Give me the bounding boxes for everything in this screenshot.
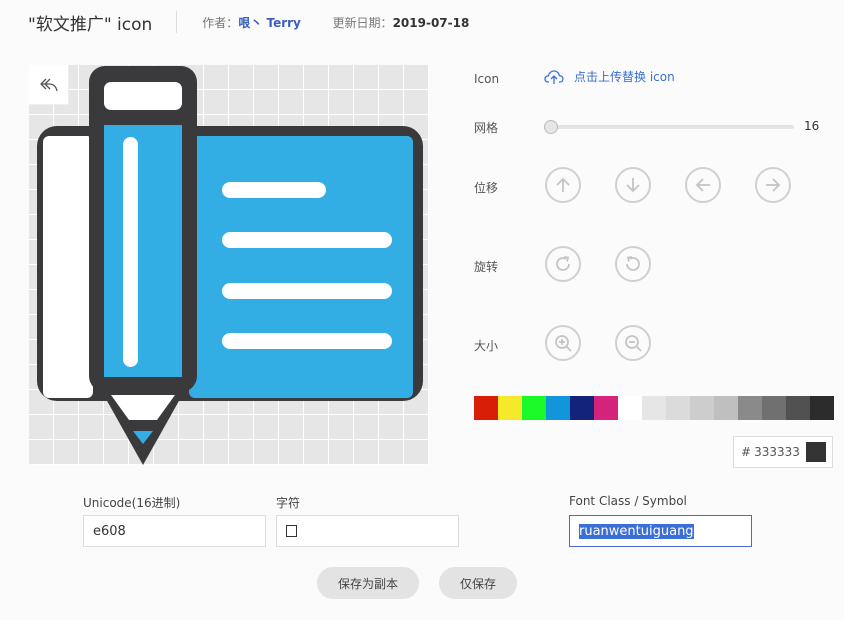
- color-swatch[interactable]: [594, 396, 618, 420]
- author-link[interactable]: 哏丶 Terry: [238, 16, 301, 30]
- icon-title: "软文推广" icon: [28, 14, 153, 35]
- move-left-button[interactable]: [685, 167, 721, 203]
- undo-button[interactable]: [29, 65, 69, 105]
- size-label: 大小: [474, 339, 499, 353]
- text-line-4: [222, 333, 392, 349]
- header-divider: [176, 11, 178, 33]
- icon-canvas[interactable]: [29, 65, 429, 465]
- color-swatch[interactable]: [522, 396, 546, 420]
- pencil-highlight: [123, 137, 138, 367]
- slider-track: [544, 125, 794, 129]
- color-hex-field[interactable]: # 333333: [733, 436, 833, 468]
- fontclass-input[interactable]: ruanwentuiguang: [569, 515, 752, 547]
- color-preview-swatch: [806, 442, 826, 462]
- fontclass-value: ruanwentuiguang: [579, 523, 694, 539]
- color-swatch[interactable]: [666, 396, 690, 420]
- hex-hash: #: [741, 445, 752, 459]
- color-swatch[interactable]: [642, 396, 666, 420]
- author-info: 作者：哏丶 Terry 更新日期：2019-07-18: [202, 14, 469, 31]
- save-as-copy-button[interactable]: 保存为副本: [317, 567, 419, 599]
- text-line-3: [222, 283, 392, 299]
- zoom-in-button[interactable]: [545, 325, 581, 361]
- rotate-clockwise-icon: [556, 256, 570, 271]
- book-pencil-icon: [37, 66, 423, 465]
- book-left-page: [43, 136, 93, 398]
- arrow-up-icon: [556, 177, 570, 192]
- move-label: 位移: [474, 181, 499, 195]
- char-glyph-placeholder: [286, 525, 297, 537]
- color-palette: [474, 396, 834, 420]
- rotate-label: 旋转: [474, 260, 499, 274]
- zoom-in-icon: [555, 335, 572, 352]
- page-header: "软文推广" icon 作者：哏丶 Terry 更新日期：2019-07-18: [28, 8, 469, 36]
- slider-thumb[interactable]: [544, 120, 558, 134]
- color-swatch[interactable]: [714, 396, 738, 420]
- color-swatch[interactable]: [762, 396, 786, 420]
- move-right-button[interactable]: [755, 167, 791, 203]
- unicode-label: Unicode(16进制): [83, 496, 181, 510]
- hex-value[interactable]: 333333: [754, 445, 804, 459]
- grid-value: 16: [804, 119, 820, 133]
- color-swatch[interactable]: [474, 396, 498, 420]
- arrow-down-icon: [626, 178, 640, 193]
- text-line-1: [222, 182, 326, 198]
- color-swatch[interactable]: [570, 396, 594, 420]
- rotate-cw-button[interactable]: [545, 246, 581, 282]
- save-only-button[interactable]: 仅保存: [439, 567, 517, 599]
- move-up-button[interactable]: [545, 167, 581, 203]
- color-swatch[interactable]: [498, 396, 522, 420]
- grid-label: 网格: [474, 121, 499, 135]
- author-label: 作者：: [202, 15, 239, 30]
- zoom-out-button[interactable]: [615, 325, 651, 361]
- color-swatch[interactable]: [546, 396, 570, 420]
- color-swatch[interactable]: [810, 396, 834, 420]
- color-swatch[interactable]: [786, 396, 810, 420]
- unicode-input[interactable]: e608: [83, 515, 266, 547]
- fontclass-label: Font Class / Symbol: [569, 494, 687, 508]
- rotate-counterclockwise-icon: [626, 256, 640, 271]
- char-input[interactable]: [276, 515, 459, 547]
- book-right-page: [189, 136, 413, 398]
- date-label: 更新日期：: [332, 15, 393, 30]
- zoom-out-icon: [625, 335, 642, 352]
- unicode-value: e608: [93, 523, 126, 539]
- grid-slider[interactable]: [544, 120, 794, 134]
- cloud-upload-icon: [544, 69, 564, 84]
- char-label: 字符: [276, 496, 301, 510]
- rotate-ccw-button[interactable]: [615, 246, 651, 282]
- color-swatch[interactable]: [618, 396, 642, 420]
- pencil-eraser: [104, 82, 182, 110]
- upload-icon-link[interactable]: 点击上传替换 icon: [544, 68, 675, 85]
- text-line-2: [222, 232, 392, 248]
- color-swatch[interactable]: [690, 396, 714, 420]
- upload-label: 点击上传替换 icon: [574, 70, 675, 84]
- undo-icon: [39, 78, 58, 91]
- arrow-left-icon: [695, 178, 710, 192]
- arrow-right-icon: [766, 178, 781, 192]
- update-date: 2019-07-18: [392, 15, 470, 30]
- icon-label: Icon: [474, 72, 500, 86]
- move-down-button[interactable]: [615, 167, 651, 203]
- color-swatch[interactable]: [738, 396, 762, 420]
- pencil-shaft: [104, 125, 182, 377]
